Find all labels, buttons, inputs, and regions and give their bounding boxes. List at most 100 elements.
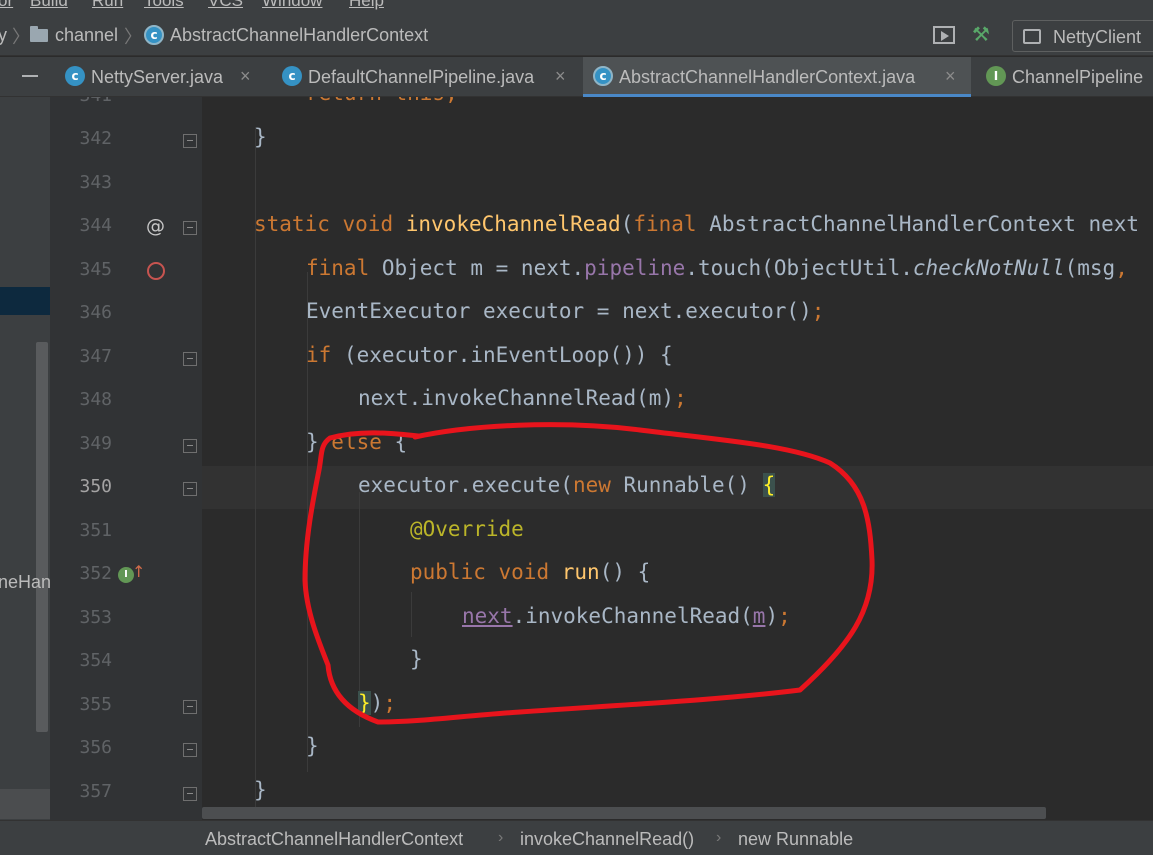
code-text: () { — [599, 560, 651, 584]
tab-defaultchannelpipeline[interactable]: c DefaultChannelPipeline.java × — [272, 57, 582, 97]
matched-brace: } — [358, 691, 371, 715]
keyword: public — [410, 560, 486, 584]
code-text: ) — [370, 691, 384, 715]
code-text: EventExecutor executor = next.executor() — [306, 299, 812, 323]
line-number: 341 — [68, 97, 112, 106]
tree-row-highlight[interactable] — [0, 789, 50, 819]
horizontal-scrollbar[interactable] — [202, 807, 1046, 819]
fold-marker-icon[interactable] — [183, 221, 197, 235]
code-text: } — [254, 778, 267, 802]
selected-tree-row[interactable] — [0, 287, 50, 315]
line-number: 343 — [79, 172, 112, 193]
tree-item-clipped[interactable]: neHan — [0, 572, 50, 593]
nav-separator: 〉 — [12, 27, 30, 47]
code-text: executor.execute( — [358, 473, 573, 497]
project-tool-window: neHan — [0, 97, 50, 855]
keyword: final — [306, 256, 370, 280]
menu-item-help[interactable]: Help — [349, 0, 384, 11]
fold-marker-icon[interactable] — [183, 743, 197, 757]
code-text: next.invokeChannelRead(m) — [358, 386, 675, 410]
nav-crumb-parent[interactable]: y — [0, 25, 7, 46]
menu-item-run[interactable]: Run — [92, 0, 123, 11]
folder-icon — [30, 26, 48, 42]
interface-icon: I — [986, 66, 1006, 86]
close-icon[interactable]: × — [240, 66, 251, 87]
abstract-class-icon: c — [593, 66, 613, 86]
line-number: 352 — [79, 563, 112, 584]
code-text: Object m = next. — [369, 256, 585, 280]
breakpoint-icon[interactable] — [147, 262, 165, 280]
method-name: run — [561, 560, 600, 584]
code-text: } — [306, 430, 332, 454]
menu-item-vcs[interactable]: VCS — [208, 0, 243, 11]
code-line-342: } — [254, 125, 267, 155]
fold-marker-icon[interactable] — [183, 787, 197, 801]
tab-abstractchannelhandlercontext[interactable]: c AbstractChannelHandlerContext.java × — [583, 57, 971, 98]
code-text: ; — [778, 604, 791, 628]
code-editor[interactable]: return this; } static void invokeChannel… — [202, 97, 1153, 808]
tab-nettyserver[interactable]: c NettyServer.java × — [55, 57, 265, 97]
field-name: pipeline — [584, 256, 686, 280]
code-line-344: static void invokeChannelRead(final Abst… — [254, 212, 1139, 242]
arrow-up-icon[interactable]: ↑ — [132, 562, 145, 581]
menu-item-tools[interactable]: Tools — [144, 0, 184, 11]
navigation-bar: y 〉 channel 〉 c AbstractChannelHandlerCo… — [0, 16, 1153, 56]
captured-variable: m — [752, 604, 766, 628]
breadcrumb-class[interactable]: AbstractChannelHandlerContext — [205, 829, 463, 850]
code-text: } — [410, 647, 423, 671]
code-line-353: next.invokeChannelRead(m); — [462, 604, 791, 634]
annotation: @Override — [410, 517, 524, 541]
fold-marker-icon[interactable] — [183, 700, 197, 714]
matched-brace: { — [762, 473, 776, 497]
nav-crumb-class[interactable]: AbstractChannelHandlerContext — [170, 25, 428, 46]
nav-crumb-folder[interactable]: channel — [55, 25, 118, 46]
code-text: (executor.inEventLoop()) { — [331, 343, 673, 367]
code-text: this; — [382, 97, 458, 105]
keyword: final — [633, 212, 697, 236]
menu-item-build[interactable]: Build — [30, 0, 68, 11]
fold-marker-icon[interactable] — [183, 134, 197, 148]
tab-label: ChannelPipeline — [1012, 67, 1144, 87]
line-number: 354 — [79, 650, 112, 671]
line-number: 353 — [79, 607, 112, 628]
line-number-current: 350 — [79, 476, 112, 497]
keyword: static — [254, 212, 330, 236]
keyword: return — [306, 97, 382, 105]
code-line-351: @Override — [410, 517, 524, 547]
close-icon[interactable]: × — [945, 66, 956, 87]
breadcrumb-method[interactable]: invokeChannelRead() — [520, 829, 694, 850]
run-configuration-selector[interactable]: NettyClient — [1012, 20, 1153, 52]
keyword: void — [498, 560, 550, 584]
code-line-356: } — [306, 734, 319, 764]
menu-item-editor[interactable]: or — [0, 0, 13, 11]
collapse-icon[interactable] — [22, 75, 38, 77]
run-window-icon[interactable] — [933, 26, 955, 44]
code-text: (msg — [1064, 256, 1116, 280]
vertical-scrollbar[interactable] — [36, 342, 48, 732]
keyword: if — [306, 343, 332, 367]
line-number: 344 — [79, 215, 112, 236]
build-hammer-icon[interactable]: ⚒ — [972, 24, 994, 46]
fold-marker-icon[interactable] — [183, 439, 197, 453]
abstract-class-icon: c — [144, 25, 164, 45]
at-marker-icon[interactable]: @ — [146, 215, 165, 237]
menu-item-window[interactable]: Window — [262, 0, 322, 11]
menu-bar: or Build Run Tools VCS Window Help — [0, 0, 1153, 16]
keyword: void — [342, 212, 394, 236]
code-line-354: } — [410, 647, 423, 677]
method-name: invokeChannelRead — [405, 212, 621, 236]
code-text: ) — [765, 604, 779, 628]
breadcrumb-anonymous-class[interactable]: new Runnable — [738, 829, 853, 850]
fold-marker-icon[interactable] — [183, 352, 197, 366]
line-number: 349 — [79, 433, 112, 454]
fold-marker-icon[interactable] — [183, 482, 197, 496]
code-text: ; — [674, 386, 687, 410]
keyword: else — [331, 430, 382, 454]
class-icon: c — [65, 66, 85, 86]
tab-channelpipeline[interactable]: I ChannelPipeline — [976, 57, 1153, 97]
close-icon[interactable]: × — [555, 66, 566, 87]
code-text: .invokeChannelRead( — [512, 604, 753, 628]
code-text: ( — [620, 212, 634, 236]
